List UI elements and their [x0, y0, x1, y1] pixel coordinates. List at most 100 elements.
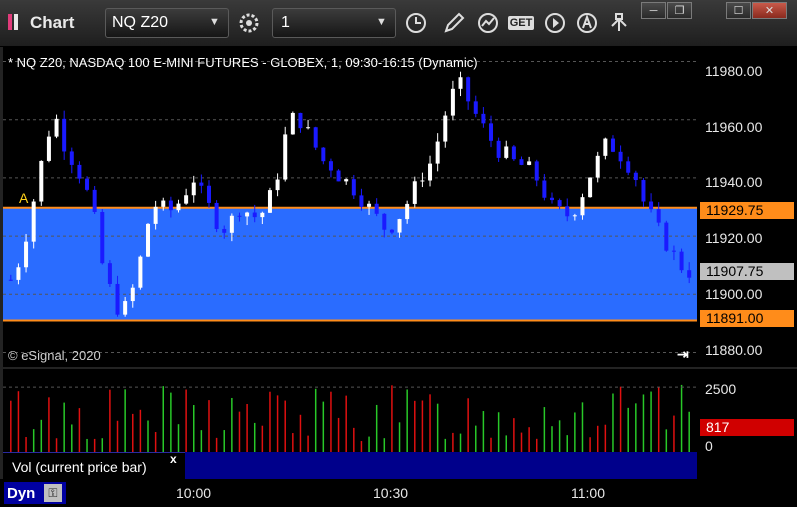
- copyright-text: © eSignal, 2020: [8, 348, 101, 363]
- candle-down: [519, 159, 524, 165]
- candle-up: [588, 177, 593, 198]
- volume-pane[interactable]: Vol (current price bar) x: [3, 369, 697, 480]
- candle-down: [92, 189, 97, 212]
- candle-down: [168, 200, 173, 211]
- close-button[interactable]: ✕: [752, 2, 787, 19]
- price-tick: 11880.00: [705, 342, 763, 358]
- volume-tick: 0: [705, 438, 713, 454]
- title-bar: Chart NQ Z20 ▼ 1 ▼ GET ─ ❐ ☐ ✕: [0, 0, 797, 47]
- get-data-icon[interactable]: GET: [506, 8, 536, 38]
- candle-down: [374, 203, 379, 214]
- candle-down: [206, 185, 211, 203]
- candle-down: [321, 147, 326, 162]
- candle-down: [618, 151, 623, 162]
- candle-up: [31, 201, 36, 242]
- candle-up: [344, 179, 349, 182]
- clock-icon[interactable]: [401, 8, 431, 38]
- candle-down: [687, 270, 692, 278]
- link-icon[interactable]: [604, 8, 634, 38]
- volume-label: Vol (current price bar): [12, 459, 147, 475]
- minimize-button[interactable]: ─: [641, 2, 666, 19]
- candle-up: [24, 241, 29, 268]
- candle-up: [443, 115, 448, 142]
- lock-icon[interactable]: ⚿: [44, 484, 62, 502]
- indicator-chart-icon[interactable]: [473, 8, 503, 38]
- maximize-button[interactable]: ☐: [726, 2, 751, 19]
- candle-up: [267, 190, 272, 213]
- candle-down: [214, 202, 219, 229]
- candle-up: [572, 215, 577, 217]
- interval-dropdown[interactable]: 1 ▼: [272, 8, 396, 38]
- candle-down: [69, 151, 74, 165]
- candle-down: [107, 263, 112, 284]
- candle-up: [397, 219, 402, 233]
- candle-down: [359, 195, 364, 207]
- candle-up: [527, 161, 532, 165]
- price-tick: 11900.00: [705, 286, 763, 302]
- volume-label-strip: [185, 452, 697, 479]
- candle-up: [176, 203, 181, 211]
- scroll-to-end-icon[interactable]: ⇥: [677, 346, 689, 363]
- candle-down: [565, 206, 570, 217]
- candle-down: [237, 215, 242, 217]
- volume-scale[interactable]: 2500 817 0: [697, 369, 797, 479]
- dyn-mode-button[interactable]: Dyn ⚿: [4, 482, 66, 504]
- candle-down: [649, 201, 654, 210]
- candle-up: [290, 112, 295, 135]
- candle-up: [39, 160, 44, 202]
- candle-up: [161, 200, 166, 207]
- candle-up: [428, 163, 433, 181]
- candle-down: [466, 77, 471, 102]
- candle-up: [275, 179, 280, 191]
- window-title: Chart: [30, 13, 75, 32]
- candle-down: [298, 112, 303, 129]
- marker-a-label[interactable]: A: [19, 190, 28, 206]
- candle-down: [656, 209, 661, 223]
- volume-close-icon[interactable]: x: [170, 452, 177, 466]
- chevron-down-icon: ▼: [376, 16, 387, 28]
- alert-icon[interactable]: [572, 8, 602, 38]
- candle-down: [633, 172, 638, 181]
- candle-up: [580, 197, 585, 216]
- candle-down: [664, 222, 669, 251]
- price-tick: 11980.00: [705, 63, 763, 79]
- candle-up: [130, 287, 135, 302]
- candle-down: [511, 146, 516, 160]
- candle-down: [351, 179, 356, 196]
- candle-down: [489, 123, 494, 141]
- candle-down: [557, 200, 562, 207]
- candle-down: [199, 182, 204, 186]
- candle-down: [473, 101, 478, 114]
- candle-up: [458, 77, 463, 89]
- settings-gear-icon[interactable]: [234, 8, 264, 38]
- last-price-badge: 11907.75: [700, 263, 794, 280]
- price-tick: 11960.00: [705, 119, 763, 135]
- restore-button[interactable]: ❐: [667, 2, 692, 19]
- candle-up: [412, 181, 417, 204]
- chevron-down-icon: ▼: [209, 16, 220, 28]
- volume-legend: Vol (current price bar) x: [3, 452, 185, 480]
- candle-up: [450, 88, 455, 116]
- time-axis[interactable]: Dyn ⚿ 10:00 10:30 11:00: [0, 479, 797, 507]
- chart-window: Chart NQ Z20 ▼ 1 ▼ GET ─ ❐ ☐ ✕ * NQ Z20,…: [0, 0, 797, 507]
- candle-down: [328, 161, 333, 171]
- price-chart[interactable]: * NQ Z20, NASDAQ 100 E-MINI FUTURES - GL…: [3, 47, 697, 367]
- candle-up: [283, 134, 288, 180]
- candle-up: [245, 212, 250, 217]
- candle-up: [420, 180, 425, 182]
- interval-value: 1: [281, 14, 290, 31]
- candle-down: [481, 113, 486, 124]
- candle-up: [153, 206, 158, 224]
- dyn-label: Dyn: [7, 485, 36, 502]
- time-label: 10:00: [176, 485, 212, 501]
- symbol-value: NQ Z20: [112, 14, 169, 31]
- candle-down: [626, 161, 631, 173]
- symbol-dropdown[interactable]: NQ Z20 ▼: [105, 8, 229, 38]
- level-band: [3, 207, 697, 321]
- candle-up: [16, 267, 21, 280]
- price-scale[interactable]: 11980.00 11960.00 11940.00 11920.00 1190…: [697, 47, 797, 367]
- candle-down: [389, 229, 394, 233]
- pencil-icon[interactable]: [439, 8, 469, 38]
- play-icon[interactable]: [540, 8, 570, 38]
- get-label: GET: [507, 16, 535, 30]
